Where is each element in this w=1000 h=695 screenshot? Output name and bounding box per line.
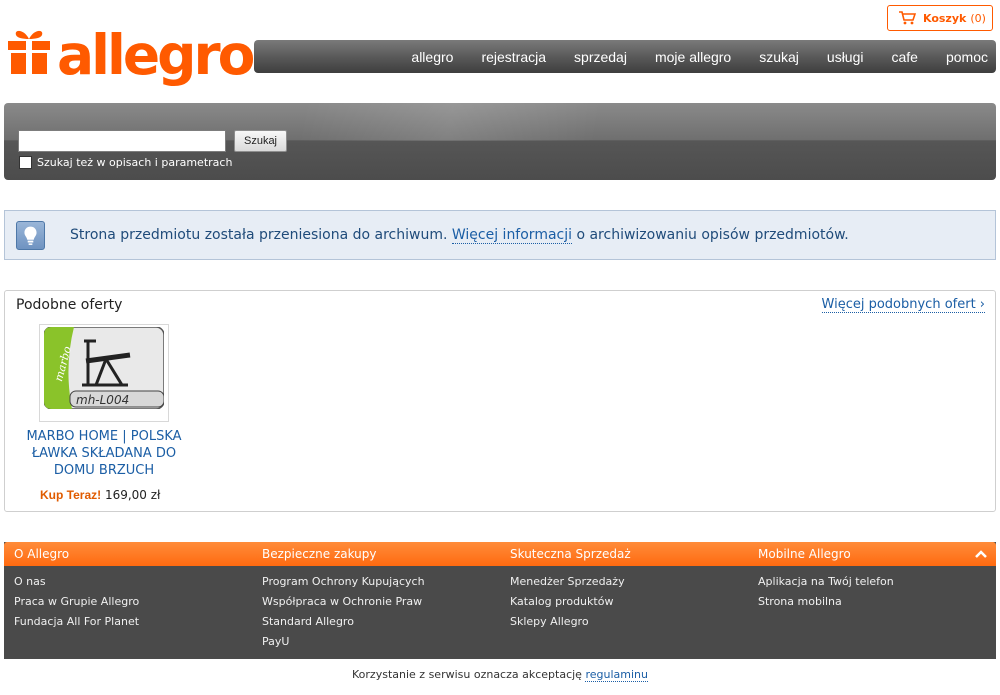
search-button[interactable]: Szukaj: [234, 130, 287, 152]
allegro-logo[interactable]: allegro: [8, 23, 255, 88]
search-panel: Szukaj Szukaj też w opisach i parametrac…: [4, 103, 996, 180]
offer-image: marbo mh-L004: [44, 327, 164, 409]
terms-link[interactable]: regulaminu: [585, 668, 648, 682]
cart-button[interactable]: Koszyk (0): [887, 5, 993, 31]
top-navigation: allegro rejestracja sprzedaj moje allegr…: [254, 40, 996, 73]
footer-link[interactable]: Fundacja All For Planet: [14, 615, 139, 635]
offer-thumbnail[interactable]: marbo mh-L004: [39, 324, 169, 422]
footer-link[interactable]: Współpraca w Ochronie Praw: [262, 595, 425, 615]
notice-text-after: o archiwizowaniu opisów przedmiotów.: [572, 227, 849, 243]
search-descriptions-label: Szukaj też w opisach i parametrach: [37, 156, 233, 169]
offer-price: Kup Teraz! 169,00 zł: [40, 488, 160, 502]
footer-link[interactable]: Menedżer Sprzedaży: [510, 575, 625, 595]
similar-offers-title: Podobne oferty: [16, 297, 123, 313]
nav-item-moje-allegro[interactable]: moje allegro: [655, 49, 731, 65]
notice-text-before: Strona przedmiotu została przeniesiona d…: [70, 227, 452, 243]
footer-link[interactable]: Strona mobilna: [758, 595, 894, 615]
archive-notice: Strona przedmiotu została przeniesiona d…: [4, 210, 996, 260]
cart-count: (0): [970, 11, 986, 25]
cart-label: Koszyk: [923, 11, 967, 25]
more-info-link[interactable]: Więcej informacji: [451, 227, 573, 244]
more-similar-offers-link[interactable]: Więcej podobnych ofert ›: [821, 297, 985, 313]
footer-link[interactable]: Sklepy Allegro: [510, 615, 625, 635]
footer-column-title: O Allegro: [14, 547, 70, 561]
logo-wordmark: allegro: [57, 23, 255, 87]
chevron-up-icon[interactable]: [974, 547, 988, 561]
nav-item-rejestracja[interactable]: rejestracja: [481, 49, 546, 65]
footer-link[interactable]: Katalog produktów: [510, 595, 625, 615]
nav-item-sprzedaj[interactable]: sprzedaj: [574, 49, 627, 65]
nav-item-szukaj[interactable]: szukaj: [759, 49, 799, 65]
offer-title-link[interactable]: MARBO HOME | POLSKA ŁAWKA SKŁADANA DO DO…: [16, 428, 192, 479]
nav-item-uslugi[interactable]: usługi: [827, 49, 864, 65]
offer-price-value: 169,00 zł: [104, 488, 161, 502]
terms-text: Korzystanie z serwisu oznacza akceptację: [352, 668, 586, 681]
footer-column-title: Bezpieczne zakupy: [262, 547, 377, 561]
footer-column-title: Mobilne Allegro: [758, 547, 851, 561]
footer-column-title: Skuteczna Sprzedaż: [510, 547, 631, 561]
footer-link[interactable]: Praca w Grupie Allegro: [14, 595, 139, 615]
cart-icon: [899, 11, 916, 25]
footer-link[interactable]: PayU: [262, 635, 425, 655]
gift-icon: [8, 30, 50, 74]
lightbulb-icon: [16, 221, 45, 250]
nav-item-allegro[interactable]: allegro: [411, 49, 453, 65]
offer-image-text: mh-L004: [76, 393, 129, 407]
terms-notice: Korzystanie z serwisu oznacza akceptację…: [0, 668, 1000, 682]
footer-link[interactable]: Aplikacja na Twój telefon: [758, 575, 894, 595]
nav-item-pomoc[interactable]: pomoc: [946, 49, 988, 65]
footer-link[interactable]: O nas: [14, 575, 139, 595]
search-input[interactable]: [18, 130, 226, 152]
buy-now-label: Kup Teraz!: [40, 488, 102, 502]
footer-link[interactable]: Program Ochrony Kupujących: [262, 575, 425, 595]
similar-offers-panel: Podobne oferty Więcej podobnych ofert › …: [4, 290, 996, 512]
nav-item-cafe[interactable]: cafe: [892, 49, 918, 65]
page: Koszyk (0) allegro allegro rejestracja s…: [0, 0, 1000, 695]
search-descriptions-checkbox[interactable]: [19, 156, 32, 169]
footer: O Allegro O nas Praca w Grupie Allegro F…: [4, 542, 996, 659]
archive-notice-text: Strona przedmiotu została przeniesiona d…: [70, 227, 849, 244]
search-descriptions-option: Szukaj też w opisach i parametrach: [19, 156, 232, 169]
footer-link[interactable]: Standard Allegro: [262, 615, 425, 635]
